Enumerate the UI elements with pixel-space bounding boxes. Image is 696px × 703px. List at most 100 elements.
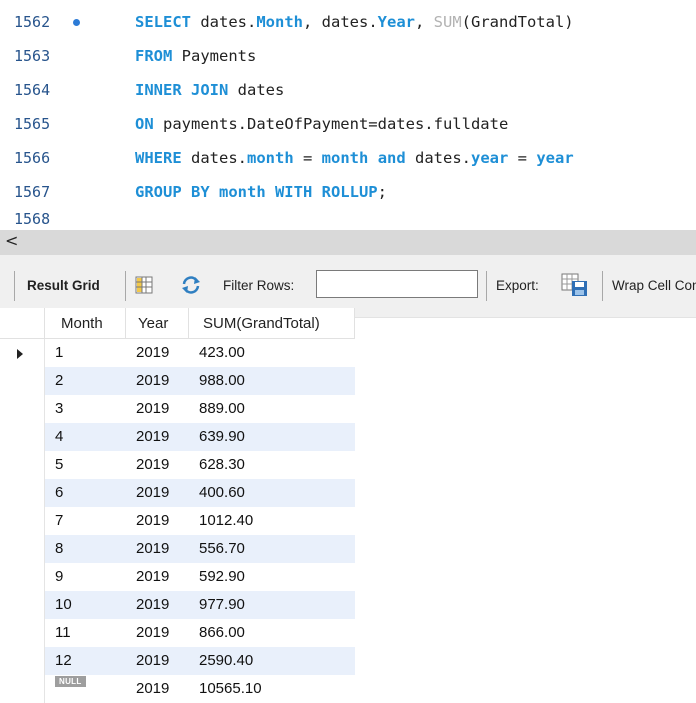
sql-keyword: SELECT <box>135 13 201 31</box>
cell-month[interactable]: 6 <box>45 479 126 507</box>
sql-keyword: month <box>247 149 294 167</box>
table-row[interactable]: 12 2019 2590.40 <box>0 647 355 675</box>
column-header-month[interactable]: Month <box>45 308 126 339</box>
table-row[interactable]: 8 2019 556.70 <box>0 535 355 563</box>
sql-text: payments.DateOfPayment=dates.fulldate <box>163 115 509 133</box>
cell-sum-grandtotal[interactable]: 866.00 <box>189 619 355 647</box>
row-indicator[interactable] <box>0 619 45 647</box>
cell-month[interactable]: 12 <box>45 647 126 675</box>
cell-month[interactable]: 10 <box>45 591 126 619</box>
result-grid-tab[interactable]: Result Grid <box>27 278 100 293</box>
cell-sum-grandtotal[interactable]: 400.60 <box>189 479 355 507</box>
row-indicator[interactable] <box>0 423 45 451</box>
sql-editor[interactable]: 1562 SELECT dates.Month, dates.Year, SUM(… <box>0 0 696 230</box>
cell-year[interactable]: 2019 <box>126 619 189 647</box>
code-line[interactable]: 1563 FROM Payments <box>0 39 696 73</box>
code-line[interactable]: 1566 WHERE dates.month = month and dates.… <box>0 141 696 175</box>
sql-text: = <box>293 149 322 167</box>
line-number: 1564 <box>14 81 51 99</box>
cell-month[interactable]: 5 <box>45 451 126 479</box>
cell-sum-grandtotal[interactable]: 988.00 <box>189 367 355 395</box>
scroll-left-icon[interactable]: < <box>5 231 18 250</box>
filter-rows-label: Filter Rows: <box>223 278 295 293</box>
cell-sum-grandtotal[interactable]: 10565.10 <box>189 675 355 703</box>
row-indicator[interactable] <box>0 339 45 367</box>
current-statement-dot-icon <box>73 19 80 26</box>
cell-sum-grandtotal[interactable]: 592.90 <box>189 563 355 591</box>
cell-year[interactable]: 2019 <box>126 591 189 619</box>
cell-month[interactable]: 2 <box>45 367 126 395</box>
table-row[interactable]: 3 2019 889.00 <box>0 395 355 423</box>
table-row[interactable]: 10 2019 977.90 <box>0 591 355 619</box>
code-line[interactable]: 1567 GROUP BY month WITH ROLLUP; <box>0 175 696 209</box>
cell-sum-grandtotal[interactable]: 423.00 <box>189 339 355 367</box>
code-line[interactable]: 1562 SELECT dates.Month, dates.Year, SUM(… <box>0 5 696 39</box>
row-indicator[interactable] <box>0 507 45 535</box>
cell-month[interactable]: 11 <box>45 619 126 647</box>
table-row[interactable]: 1 2019 423.00 <box>0 339 355 367</box>
sql-text: = <box>508 149 537 167</box>
table-row[interactable]: 6 2019 400.60 <box>0 479 355 507</box>
cell-sum-grandtotal[interactable]: 977.90 <box>189 591 355 619</box>
row-indicator[interactable] <box>0 647 45 675</box>
cell-year[interactable]: 2019 <box>126 451 189 479</box>
export-icon[interactable] <box>560 272 590 298</box>
cell-year[interactable]: 2019 <box>126 535 189 563</box>
cell-year[interactable]: 2019 <box>126 339 189 367</box>
cell-sum-grandtotal[interactable]: 2590.40 <box>189 647 355 675</box>
row-indicator[interactable] <box>0 479 45 507</box>
filter-rows-input[interactable] <box>316 270 478 298</box>
cell-month[interactable]: 1 <box>45 339 126 367</box>
cell-sum-grandtotal[interactable]: 1012.40 <box>189 507 355 535</box>
cell-month[interactable]: 7 <box>45 507 126 535</box>
cell-year[interactable]: 2019 <box>126 395 189 423</box>
toolbar-divider <box>125 271 126 301</box>
row-indicator[interactable] <box>0 675 45 703</box>
cell-month[interactable]: 3 <box>45 395 126 423</box>
code-text[interactable]: WHERE dates.month = month and dates.year… <box>135 141 574 175</box>
cell-month[interactable]: 8 <box>45 535 126 563</box>
cell-year[interactable]: 2019 <box>126 647 189 675</box>
cell-year[interactable]: 2019 <box>126 563 189 591</box>
cell-year[interactable]: 2019 <box>126 423 189 451</box>
row-indicator[interactable] <box>0 591 45 619</box>
form-editor-icon[interactable] <box>135 276 153 294</box>
cell-sum-grandtotal[interactable]: 556.70 <box>189 535 355 563</box>
table-row[interactable]: 2 2019 988.00 <box>0 367 355 395</box>
refresh-icon[interactable] <box>180 275 202 295</box>
horizontal-scrollbar[interactable]: < <box>0 230 696 255</box>
table-row[interactable]: 5 2019 628.30 <box>0 451 355 479</box>
row-indicator[interactable] <box>0 395 45 423</box>
cell-sum-grandtotal[interactable]: 889.00 <box>189 395 355 423</box>
cell-year[interactable]: 2019 <box>126 367 189 395</box>
cell-month[interactable]: 4 <box>45 423 126 451</box>
row-indicator[interactable] <box>0 451 45 479</box>
cell-sum-grandtotal[interactable]: 628.30 <box>189 451 355 479</box>
row-indicator[interactable] <box>0 367 45 395</box>
code-text[interactable]: INNER JOIN dates <box>135 73 284 107</box>
code-text[interactable]: FROM Payments <box>135 39 256 73</box>
cell-year[interactable]: 2019 <box>126 507 189 535</box>
code-line[interactable]: 1565 ON payments.DateOfPayment=dates.full… <box>0 107 696 141</box>
export-label: Export: <box>496 278 539 293</box>
code-text[interactable]: GROUP BY month WITH ROLLUP; <box>135 175 387 209</box>
table-row[interactable]: NULL 2019 10565.10 <box>0 675 355 703</box>
row-indicator[interactable] <box>0 563 45 591</box>
code-text[interactable]: SELECT dates.Month, dates.Year, SUM(Gran… <box>135 5 574 39</box>
code-line[interactable]: 1564 INNER JOIN dates <box>0 73 696 107</box>
row-indicator[interactable] <box>0 535 45 563</box>
cell-month[interactable]: NULL <box>45 675 126 703</box>
table-row[interactable]: 7 2019 1012.40 <box>0 507 355 535</box>
cell-year[interactable]: 2019 <box>126 479 189 507</box>
wrap-cell-content-label[interactable]: Wrap Cell Content <box>612 278 696 293</box>
table-row[interactable]: 4 2019 639.90 <box>0 423 355 451</box>
cell-year[interactable]: 2019 <box>126 675 189 703</box>
table-row[interactable]: 11 2019 866.00 <box>0 619 355 647</box>
code-text[interactable]: ON payments.DateOfPayment=dates.fulldate <box>135 107 508 141</box>
column-header-year[interactable]: Year <box>126 308 189 339</box>
table-row[interactable]: 9 2019 592.90 <box>0 563 355 591</box>
column-header-sum-grandtotal[interactable]: SUM(GrandTotal) <box>189 308 355 339</box>
code-line[interactable]: 1568 <box>0 208 696 230</box>
cell-month[interactable]: 9 <box>45 563 126 591</box>
cell-sum-grandtotal[interactable]: 639.90 <box>189 423 355 451</box>
